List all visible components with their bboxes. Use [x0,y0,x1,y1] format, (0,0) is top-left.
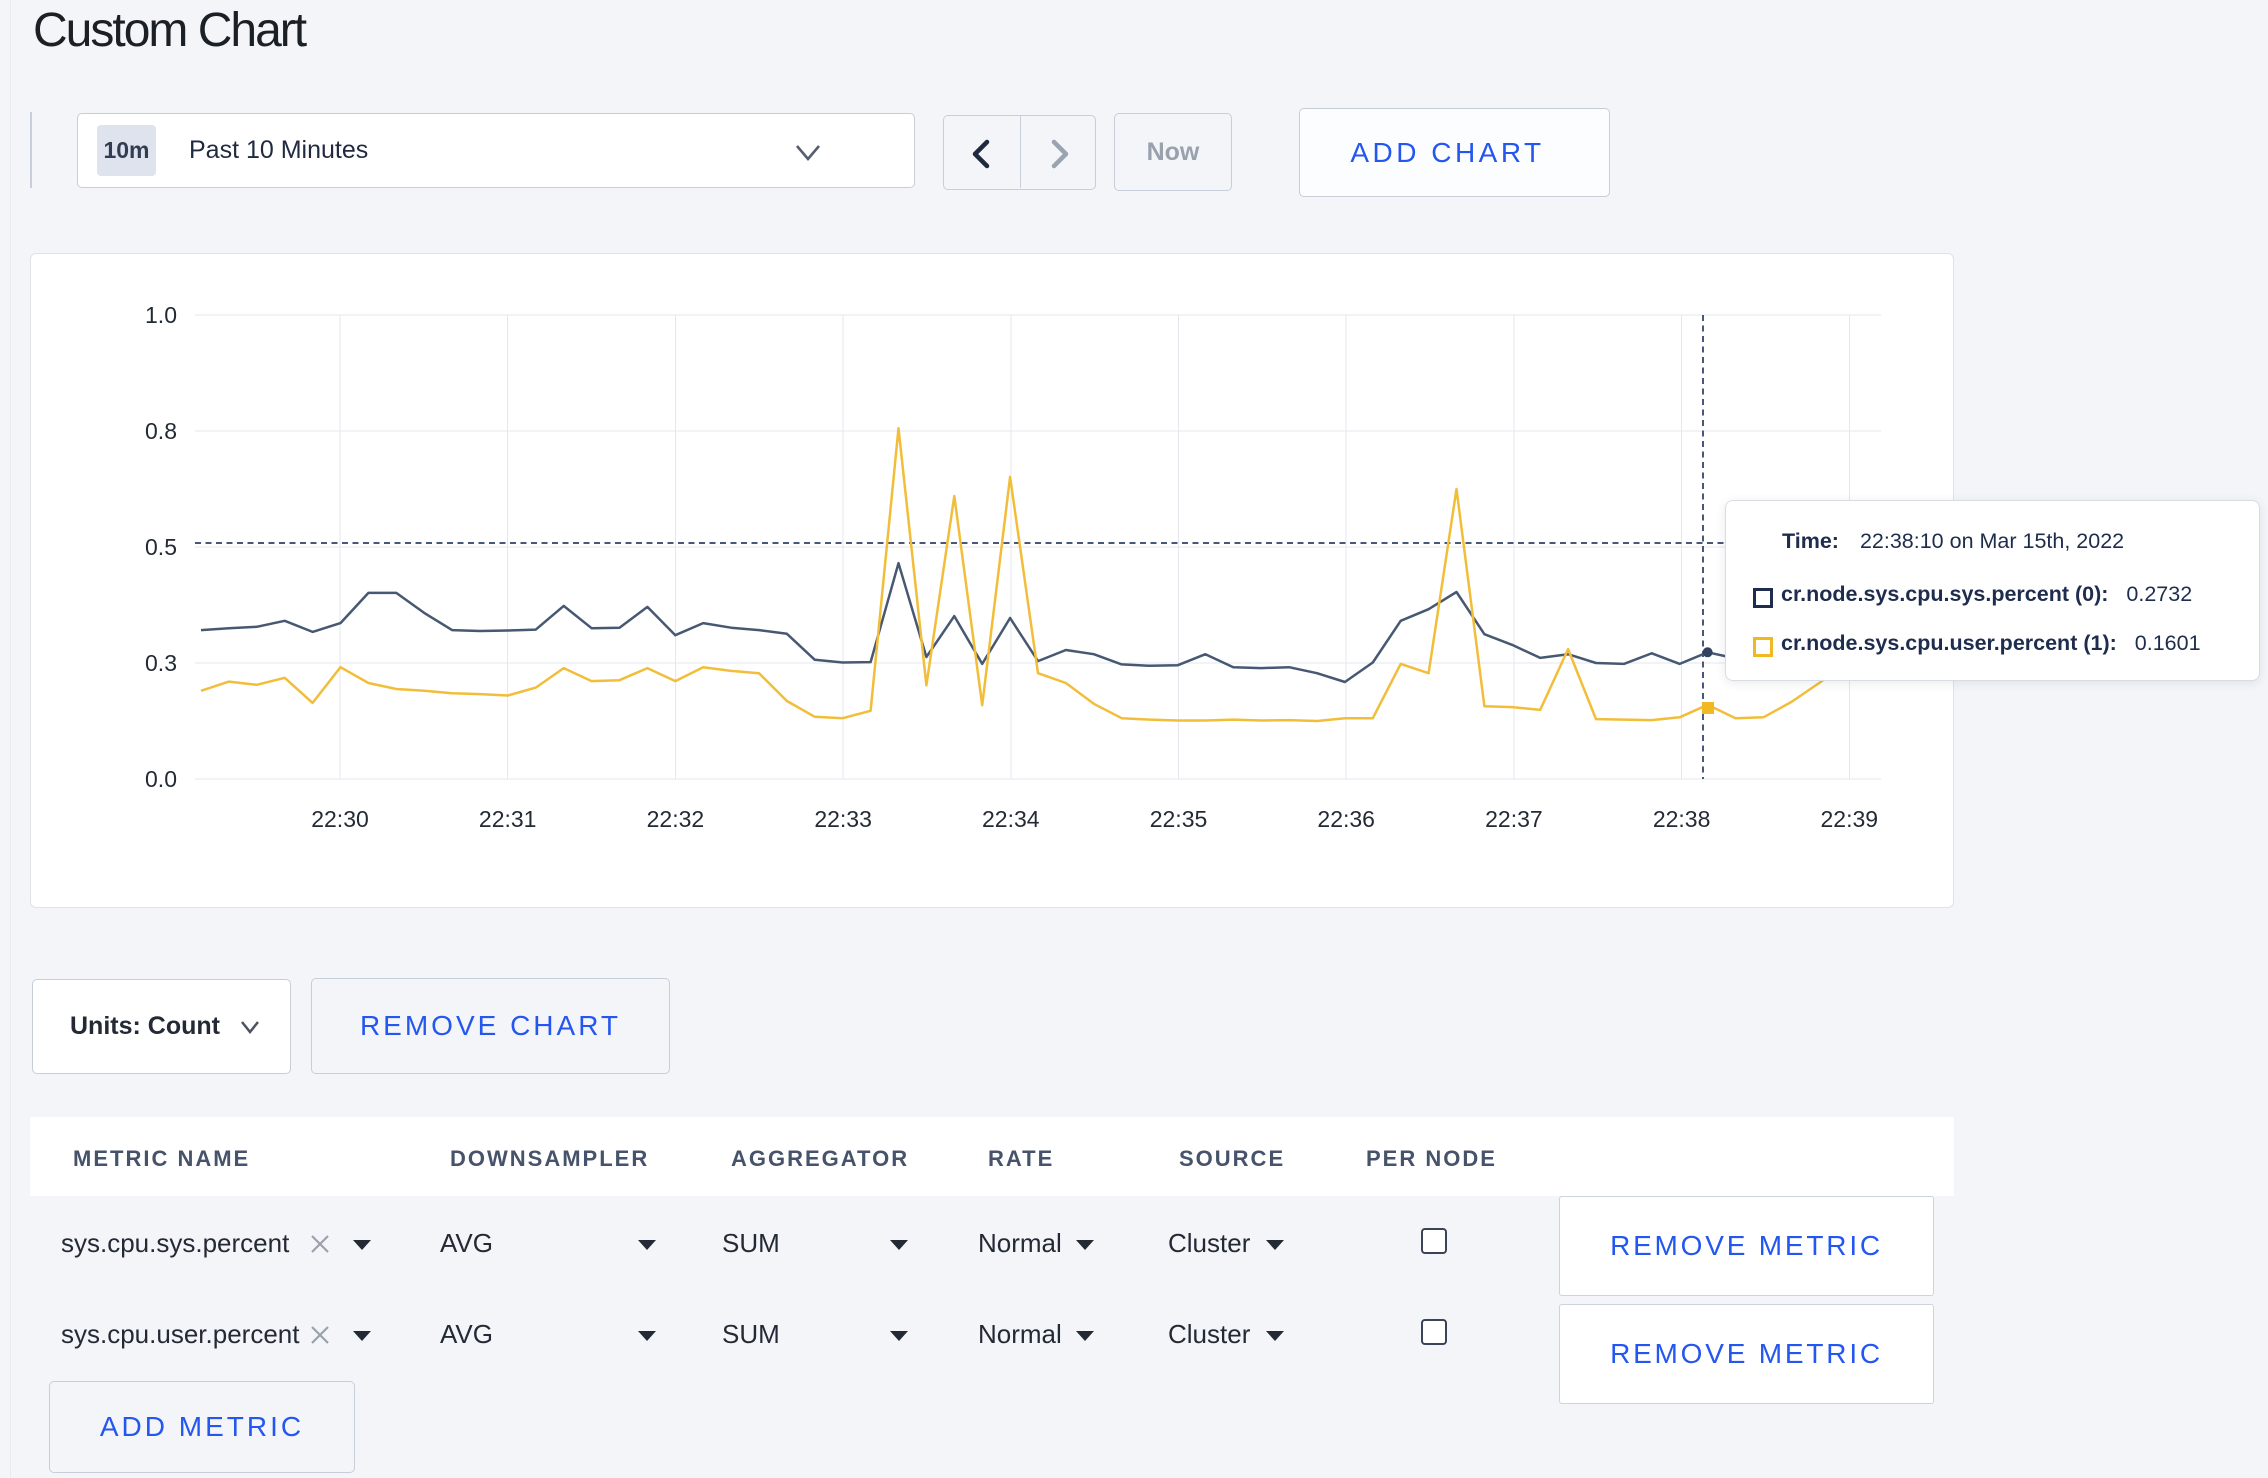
svg-text:0.5: 0.5 [145,534,177,560]
svg-text:1.0: 1.0 [145,302,177,328]
svg-text:22:33: 22:33 [814,806,872,832]
svg-text:22:32: 22:32 [647,806,705,832]
svg-text:22:37: 22:37 [1485,806,1543,832]
svg-text:22:36: 22:36 [1317,806,1375,832]
svg-text:22:38: 22:38 [1653,806,1711,832]
svg-text:0.0: 0.0 [145,766,177,792]
svg-text:0.8: 0.8 [145,418,177,444]
svg-text:22:30: 22:30 [311,806,369,832]
svg-text:22:35: 22:35 [1150,806,1208,832]
svg-text:0.3: 0.3 [145,650,177,676]
svg-text:22:31: 22:31 [479,806,537,832]
svg-text:22:34: 22:34 [982,806,1040,832]
svg-text:22:39: 22:39 [1821,806,1879,832]
